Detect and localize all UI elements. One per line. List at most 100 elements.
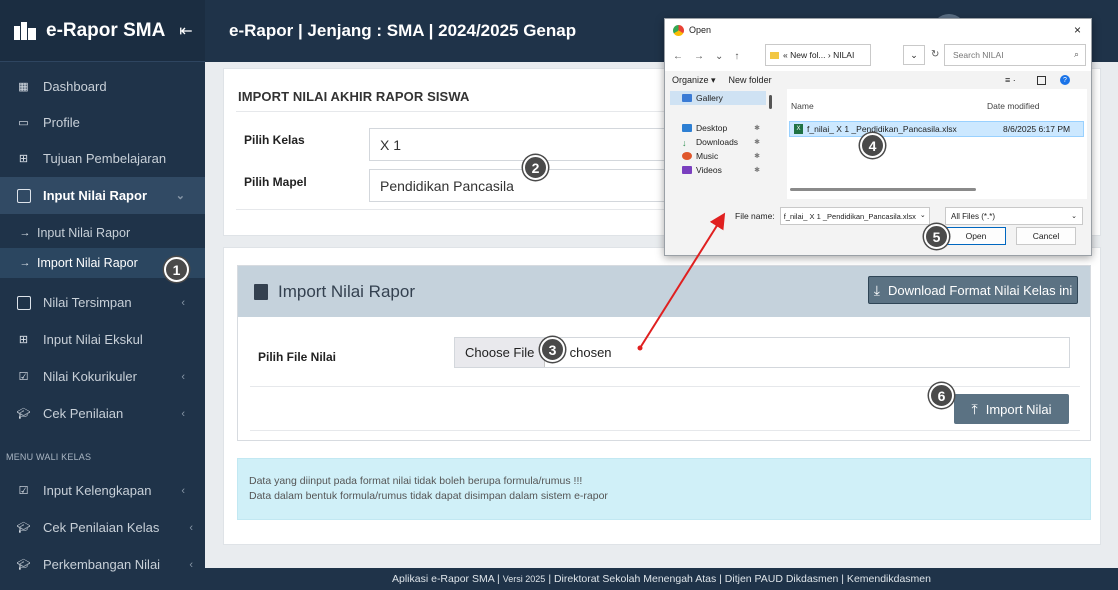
step-marker-3: 3: [540, 337, 565, 362]
sidebar-item-label: Input Kelengkapan: [43, 483, 152, 498]
sidebar-item-nilai-kokurikuler[interactable]: ☑ Nilai Kokurikuler ‹: [0, 358, 205, 395]
card-title: IMPORT NILAI AKHIR RAPOR SISWA: [238, 89, 470, 104]
dialog-navbar: ← → ⌄ ↑ « New fol... › NILAI ⌄ ↻ Search …: [665, 41, 1091, 71]
chevron-down-icon: ⌄: [919, 212, 926, 219]
nav-item-gallery[interactable]: Gallery: [670, 91, 766, 105]
sidebar-item-label: Cek Penilaian Kelas: [43, 520, 160, 535]
profile-icon: ▭: [18, 117, 29, 129]
download-format-label: Download Format Nilai Kelas ini: [887, 282, 1073, 298]
download-format-button[interactable]: ⤓ Download Format Nilai Kelas ini: [868, 276, 1078, 304]
chevron-left-icon: ‹: [181, 296, 185, 309]
file-label: Pilih File Nilai: [258, 350, 337, 364]
folder-icon: [770, 51, 779, 59]
organize-menu[interactable]: Organize ▾: [672, 75, 716, 86]
collapse-left-icon[interactable]: ⇤: [179, 21, 192, 41]
sidebar-item-perkembangan-nilai[interactable]: 🎓︎ Perkembangan Nilai ‹: [0, 546, 205, 583]
graduation-cap-icon: 🎓︎: [16, 408, 31, 420]
brand: e-Rapor SMA ⇤: [0, 0, 205, 62]
graduation-cap-icon: 🎓︎: [16, 522, 31, 534]
excel-file-icon: X: [794, 124, 803, 134]
open-button[interactable]: Open: [946, 227, 1006, 245]
music-icon: [682, 152, 692, 160]
graduation-cap-icon: 🎓︎: [16, 559, 31, 571]
dialog-titlebar: Open ×: [665, 19, 1091, 41]
nav-item-downloads[interactable]: ↓ Downloads ✱: [670, 135, 766, 149]
divider: [250, 386, 1080, 387]
step-marker-5: 5: [924, 224, 949, 249]
up-arrow-icon[interactable]: ↑: [734, 51, 739, 62]
pin-icon: ✱: [754, 167, 760, 174]
view-options-icon[interactable]: ≡ ·: [1005, 75, 1016, 85]
app-title: e-Rapor SMA: [46, 19, 166, 41]
chevron-left-icon: ‹: [181, 484, 185, 497]
sidebar-item-label: Input Nilai Rapor: [37, 226, 131, 240]
filename-label: File name:: [735, 211, 775, 221]
help-icon[interactable]: ?: [1060, 75, 1070, 85]
vertical-scrollbar[interactable]: [769, 95, 772, 109]
sidebar-item-label: Cek Penilaian: [43, 406, 124, 421]
chevron-left-icon: ‹: [189, 521, 193, 534]
alert-line-1: Data yang diinput pada format nilai tida…: [249, 475, 583, 487]
nav-label: Desktop: [696, 123, 728, 133]
chevron-down-icon[interactable]: ⌄: [715, 51, 723, 62]
nav-label: Music: [696, 151, 719, 161]
sidebar-item-label: Nilai Tersimpan: [43, 295, 132, 310]
back-arrow-icon[interactable]: ←: [673, 51, 683, 62]
cancel-button[interactable]: Cancel: [1016, 227, 1076, 245]
file-import-icon: [254, 283, 268, 300]
import-nilai-label: Import Nilai: [985, 401, 1052, 417]
horizontal-scrollbar[interactable]: [790, 188, 976, 191]
refresh-icon[interactable]: ↻: [931, 49, 939, 60]
sidebar-item-label: Dashboard: [43, 79, 107, 94]
check-square-icon: ☑: [18, 485, 29, 497]
search-input[interactable]: Search NILAI ⌕: [944, 44, 1086, 66]
sidebar-item-cek-penilaian-kelas[interactable]: 🎓︎ Cek Penilaian Kelas ‹: [0, 509, 205, 546]
sidebar-subitem-input-nilai-rapor[interactable]: → Input Nilai Rapor: [0, 218, 205, 248]
search-icon: ⌕: [1073, 49, 1079, 59]
filename-input[interactable]: f_nilai_ X 1 _Pendidikan_Pancasila.xlsx …: [779, 207, 930, 225]
forward-arrow-icon[interactable]: →: [694, 51, 704, 62]
browser-icon: [673, 24, 684, 36]
close-icon[interactable]: ×: [1074, 23, 1081, 37]
download-icon: ⤓: [873, 281, 880, 298]
check-square-icon: ☑: [18, 371, 29, 383]
column-date-modified[interactable]: Date modified: [987, 101, 1039, 111]
sidebar-item-nilai-tersimpan[interactable]: Nilai Tersimpan ‹: [0, 284, 205, 321]
square-icon: [16, 295, 31, 310]
file-type-value: All Files (*.*): [951, 211, 996, 221]
import-nilai-button[interactable]: ⤒ Import Nilai: [954, 394, 1069, 424]
sidebar-item-label: Profile: [43, 115, 80, 130]
upload-icon: ⤒: [971, 400, 978, 417]
divider: [250, 430, 1080, 431]
sidebar-item-tujuan[interactable]: ⊞ Tujuan Pembelajaran: [0, 140, 205, 177]
sidebar-item-input-nilai-ekskul[interactable]: ⊞ Input Nilai Ekskul: [0, 321, 205, 358]
filename-row: File name: f_nilai_ X 1 _Pendidikan_Panc…: [735, 207, 930, 225]
sidebar-item-label: Input Nilai Rapor: [43, 188, 147, 203]
nav-label: Gallery: [696, 93, 723, 103]
sidebar-item-profile[interactable]: ▭ Profile: [0, 105, 205, 140]
address-bar[interactable]: « New fol... › NILAI: [765, 44, 871, 66]
new-folder-button[interactable]: New folder: [729, 75, 772, 85]
pin-icon: ✱: [754, 125, 760, 132]
file-type-select[interactable]: All Files (*.*) ⌄: [945, 207, 1083, 225]
sidebar-item-cek-penilaian[interactable]: 🎓︎ Cek Penilaian ‹: [0, 395, 205, 432]
nav-item-videos[interactable]: Videos ✱: [670, 163, 766, 177]
app-logo-icon: [14, 21, 36, 40]
sidebar-section-wali-kelas: MENU WALI KELAS: [6, 452, 92, 462]
nav-item-music[interactable]: Music ✱: [670, 149, 766, 163]
preview-pane-icon[interactable]: [1037, 75, 1046, 85]
gallery-icon: [682, 94, 692, 102]
quick-access-pane: Gallery Desktop ✱ ↓ Downloads ✱ Music ✱ …: [670, 91, 766, 195]
file-row-selected[interactable]: X f_nilai_ X 1 _Pendidikan_Pancasila.xls…: [789, 121, 1084, 137]
sidebar-item-input-kelengkapan[interactable]: ☑ Input Kelengkapan ‹: [0, 472, 205, 509]
kelas-label: Pilih Kelas: [244, 133, 305, 147]
column-name[interactable]: Name: [791, 101, 814, 111]
nav-item-desktop[interactable]: Desktop ✱: [670, 121, 766, 135]
downloads-icon: ↓: [682, 138, 687, 148]
sidebar-item-dashboard[interactable]: ▦ Dashboard: [0, 68, 205, 105]
footer-app: Aplikasi e-Rapor SMA |: [392, 573, 500, 585]
sidebar-item-input-nilai-rapor[interactable]: Input Nilai Rapor ⌄: [0, 177, 205, 214]
choose-file-button[interactable]: Choose File: [455, 338, 546, 367]
address-dropdown[interactable]: ⌄: [903, 45, 925, 65]
